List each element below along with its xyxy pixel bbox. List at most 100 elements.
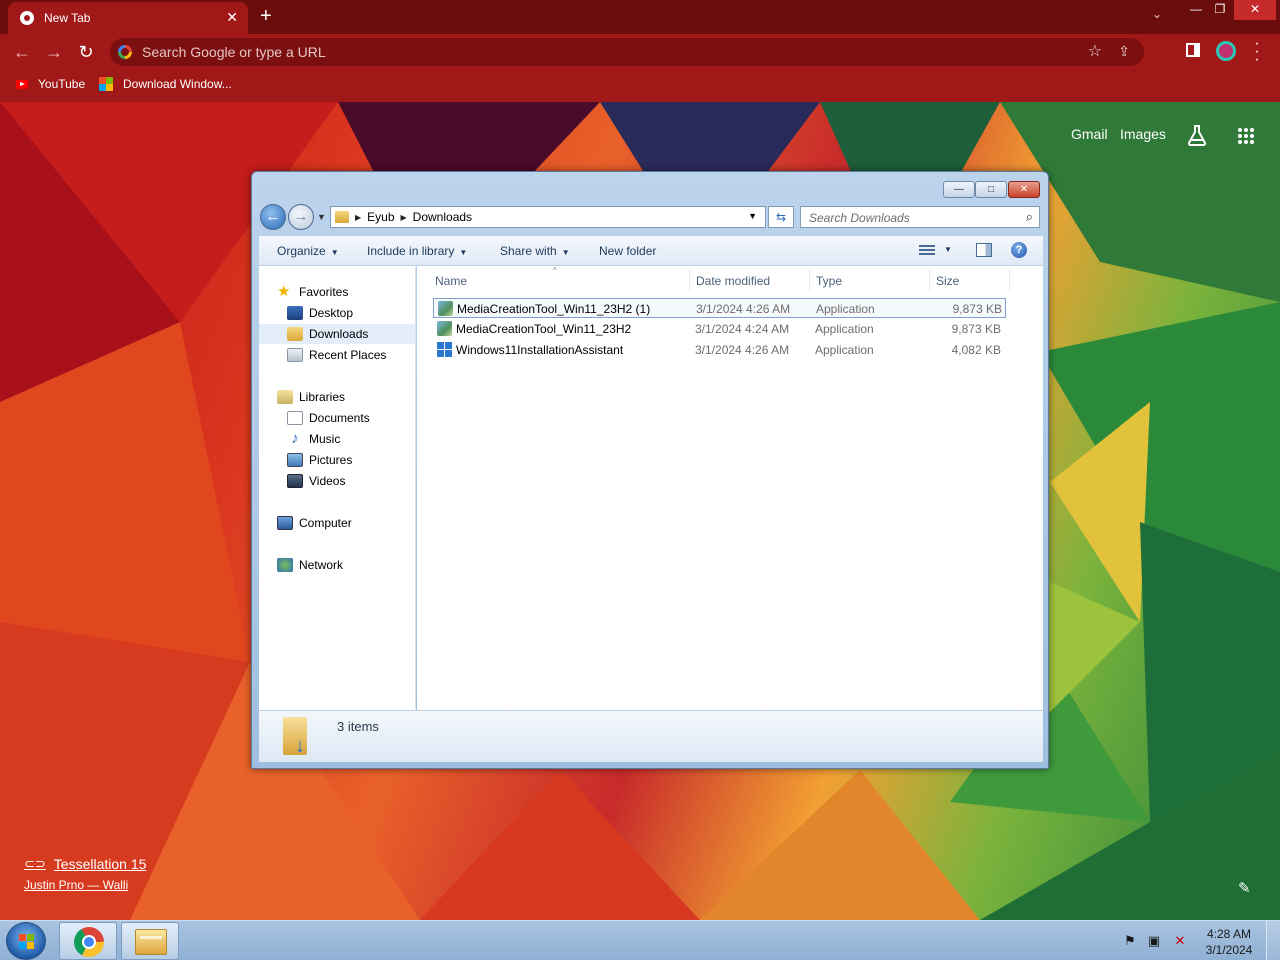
- file-name: MediaCreationTool_Win11_23H2 (1): [457, 302, 651, 316]
- bookmark-star-icon[interactable]: ☆: [1088, 41, 1102, 61]
- browser-minimize-button[interactable]: —: [1184, 0, 1208, 20]
- nav-videos[interactable]: Videos: [259, 471, 415, 491]
- preview-pane-icon[interactable]: [976, 243, 992, 257]
- breadcrumb-eyub[interactable]: Eyub: [367, 210, 394, 224]
- nav-favorites[interactable]: ★ Favorites: [277, 282, 433, 302]
- nav-favorites-label: Favorites: [299, 285, 349, 299]
- address-dropdown-icon[interactable]: ▼: [748, 211, 757, 221]
- browser-close-button[interactable]: ✕: [1234, 0, 1276, 20]
- column-divider[interactable]: [809, 270, 810, 290]
- browser-restore-button[interactable]: ❐: [1208, 0, 1232, 20]
- nav-documents[interactable]: Documents: [259, 408, 415, 428]
- taskbar-chrome-button[interactable]: [59, 922, 117, 960]
- reload-icon[interactable]: ↻: [76, 42, 96, 62]
- customize-pencil-icon[interactable]: ✎: [1238, 879, 1251, 897]
- column-headers: ^ Name Date modified Type Size: [417, 266, 1043, 292]
- omnibox[interactable]: Search Google or type a URL ☆ ⇪: [110, 38, 1144, 66]
- tab-new-tab[interactable]: New Tab ✕: [8, 2, 248, 34]
- tab-title: New Tab: [44, 11, 91, 25]
- column-name[interactable]: Name: [435, 274, 467, 288]
- show-desktop-button[interactable]: [1266, 921, 1280, 960]
- new-folder-button[interactable]: New folder: [599, 244, 656, 258]
- browser-toolbar: ← → ↻ Search Google or type a URL ☆ ⇪ · ·…: [0, 34, 1280, 70]
- file-size: 4,082 KB: [951, 343, 1001, 357]
- microsoft-icon: [99, 77, 113, 91]
- explorer-maximize-button[interactable]: □: [975, 181, 1007, 198]
- new-tab-button[interactable]: +: [260, 4, 272, 28]
- column-date-modified[interactable]: Date modified: [696, 274, 770, 288]
- taskbar-explorer-button[interactable]: [121, 922, 179, 960]
- refresh-icon[interactable]: ⇆: [768, 206, 794, 228]
- omnibox-placeholder[interactable]: Search Google or type a URL: [142, 44, 326, 60]
- file-type: Application: [815, 322, 874, 336]
- profile-avatar[interactable]: [1216, 41, 1236, 61]
- include-in-library-menu[interactable]: Include in library ▼: [367, 244, 467, 258]
- search-downloads-input[interactable]: Search Downloads ⌕: [800, 206, 1040, 228]
- file-size: 9,873 KB: [951, 322, 1001, 336]
- nav-desktop[interactable]: Desktop: [259, 303, 415, 323]
- nav-music[interactable]: ♪ Music: [259, 429, 415, 449]
- explorer-forward-button[interactable]: →: [288, 204, 314, 230]
- action-center-flag-icon[interactable]: ⚑: [1122, 933, 1138, 949]
- start-button[interactable]: [6, 922, 46, 960]
- google-apps-grid-icon[interactable]: [1238, 128, 1254, 144]
- nav-pictures[interactable]: Pictures: [259, 450, 415, 470]
- explorer-window: — □ ✕ ← → ▼ ▶ Eyub ▶ Downloads ▼ ⇆ Searc…: [251, 171, 1049, 769]
- column-size[interactable]: Size: [936, 274, 959, 288]
- view-dropdown-icon[interactable]: ▼: [944, 245, 952, 254]
- column-divider[interactable]: [929, 270, 930, 290]
- browser-tab-strip: New Tab ✕ + ⌄ — ❐ ✕: [0, 0, 1280, 34]
- include-in-library-label: Include in library: [367, 244, 455, 258]
- tab-close-icon[interactable]: ✕: [226, 9, 238, 25]
- breadcrumb-downloads[interactable]: Downloads: [413, 210, 472, 224]
- nav-computer[interactable]: Computer: [277, 513, 433, 533]
- kebab-menu-icon[interactable]: · · ·: [1252, 36, 1262, 68]
- side-panel-icon[interactable]: [1186, 43, 1200, 57]
- attribution-title[interactable]: Tessellation 15: [54, 856, 147, 872]
- youtube-icon: [16, 79, 28, 89]
- file-row[interactable]: Windows11InstallationAssistant 3/1/2024 …: [433, 340, 1006, 360]
- file-row[interactable]: MediaCreationTool_Win11_23H2 (1) 3/1/202…: [433, 298, 1006, 318]
- volume-muted-icon[interactable]: ✕: [1172, 933, 1188, 949]
- search-placeholder: Search Downloads: [809, 211, 910, 225]
- file-list-pane: ^ Name Date modified Type Size MediaCrea…: [417, 266, 1043, 710]
- breadcrumb-chevron-icon[interactable]: ▶: [401, 213, 407, 222]
- column-divider[interactable]: [1009, 270, 1010, 290]
- nav-network[interactable]: Network: [277, 555, 433, 575]
- help-icon[interactable]: ?: [1011, 242, 1027, 258]
- share-with-menu[interactable]: Share with ▼: [500, 244, 570, 258]
- explorer-close-button[interactable]: ✕: [1008, 181, 1040, 198]
- bookmark-youtube[interactable]: YouTube: [16, 77, 85, 91]
- back-arrow-icon[interactable]: ←: [12, 42, 32, 62]
- attribution-author-link[interactable]: Justin Prno — Walli: [24, 878, 146, 892]
- desktop-icon: [287, 306, 303, 320]
- change-view-icon[interactable]: [919, 243, 935, 257]
- recent-pages-dropdown-icon[interactable]: ▼: [317, 212, 326, 222]
- attribution-title-link[interactable]: ⊂⊃ Tessellation 15: [24, 856, 146, 872]
- search-icon[interactable]: ⌕: [1026, 209, 1033, 225]
- file-row[interactable]: MediaCreationTool_Win11_23H2 3/1/2024 4:…: [433, 319, 1006, 339]
- system-clock[interactable]: 4:28 AM 3/1/2024: [1198, 926, 1260, 958]
- nav-libraries[interactable]: Libraries: [277, 387, 433, 407]
- navigation-pane: ★ Favorites Desktop Downloads Recent Pla…: [259, 266, 416, 710]
- organize-menu[interactable]: Organize ▼: [277, 244, 339, 258]
- bookmark-download-windows[interactable]: Download Window...: [99, 77, 232, 91]
- address-bar[interactable]: ▶ Eyub ▶ Downloads ▼: [330, 206, 766, 228]
- gmail-link[interactable]: Gmail: [1071, 126, 1108, 142]
- forward-arrow-icon[interactable]: →: [44, 42, 64, 62]
- column-type[interactable]: Type: [816, 274, 842, 288]
- breadcrumb-chevron-icon[interactable]: ▶: [355, 213, 361, 222]
- share-icon[interactable]: ⇪: [1118, 43, 1130, 60]
- nav-libraries-label: Libraries: [299, 390, 346, 404]
- nav-downloads[interactable]: Downloads: [259, 324, 415, 344]
- file-explorer-icon: [135, 929, 167, 955]
- labs-flask-icon[interactable]: [1186, 124, 1208, 146]
- nav-recent-places[interactable]: Recent Places: [259, 345, 415, 365]
- tab-search-chevron-icon[interactable]: ⌄: [1152, 7, 1162, 21]
- explorer-minimize-button[interactable]: —: [943, 181, 975, 198]
- explorer-back-button[interactable]: ←: [260, 204, 286, 230]
- column-divider[interactable]: [689, 270, 690, 290]
- images-link[interactable]: Images: [1120, 126, 1166, 142]
- network-tray-icon[interactable]: ▣: [1146, 933, 1162, 949]
- documents-icon: [287, 411, 303, 425]
